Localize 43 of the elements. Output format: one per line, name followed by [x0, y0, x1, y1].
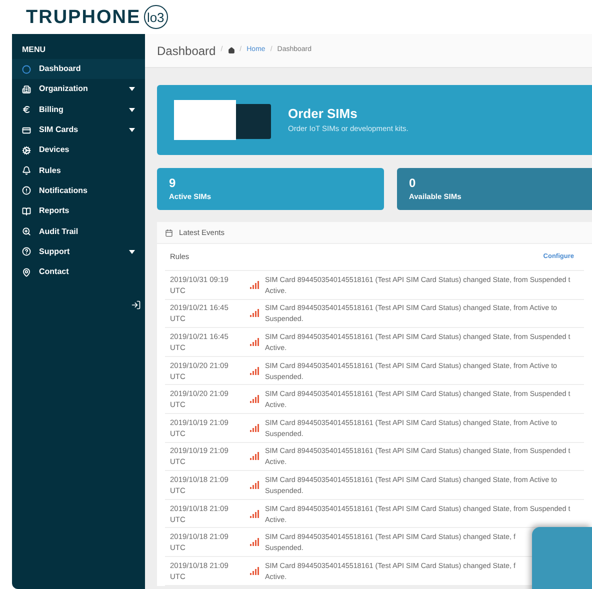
collapse-icon[interactable] — [131, 300, 141, 310]
signal-icon — [250, 366, 259, 375]
book-icon — [22, 206, 31, 216]
signal-icon — [250, 280, 259, 289]
sidebar-item[interactable]: Billing — [12, 100, 145, 120]
sidebar-item[interactable]: Devices — [12, 140, 145, 160]
bell-icon — [22, 166, 31, 176]
sidebar-item[interactable]: SIM Cards — [12, 120, 145, 140]
signal-icon — [250, 480, 259, 489]
stat-value: 0 — [409, 176, 417, 191]
sidebar-item[interactable]: Audit Trail — [12, 221, 145, 242]
signal-icon — [250, 452, 259, 460]
page-title: Dashboard — [157, 42, 216, 60]
alert-icon — [22, 186, 31, 196]
signal-icon — [250, 566, 259, 575]
euro-icon — [22, 105, 31, 114]
calendar-icon — [165, 228, 173, 236]
stat-value: 9 — [169, 176, 177, 191]
building-icon — [22, 84, 31, 94]
signal-icon — [250, 424, 259, 432]
zoom-icon — [22, 227, 31, 236]
circle-icon — [22, 64, 31, 74]
sidebar-item[interactable]: Notifications — [12, 180, 145, 202]
logo-wordmark: TRUPHONE — [26, 8, 141, 26]
sidebar-item[interactable]: Organization — [12, 79, 145, 100]
logo-badge: lo3 — [144, 5, 168, 29]
menu-heading: MENU — [21, 44, 47, 56]
banner-title: Order SIMs — [288, 106, 358, 122]
pin-icon — [22, 268, 31, 277]
sidebar-item[interactable]: Rules — [12, 160, 145, 181]
help-icon — [22, 247, 31, 256]
signal-icon — [250, 395, 259, 404]
sidebar-item[interactable]: Support — [12, 242, 145, 262]
signal-icon — [250, 538, 259, 546]
signal-icon — [250, 338, 259, 346]
home-icon[interactable] — [228, 47, 235, 54]
signal-icon — [250, 309, 259, 318]
sidebar-item[interactable]: Reports — [12, 201, 145, 222]
card-icon — [22, 126, 31, 135]
signal-icon — [250, 510, 259, 518]
gear-icon — [22, 146, 31, 155]
sidebar-item[interactable]: Contact — [12, 262, 145, 282]
sidebar-item[interactable]: Dashboard — [12, 59, 145, 80]
